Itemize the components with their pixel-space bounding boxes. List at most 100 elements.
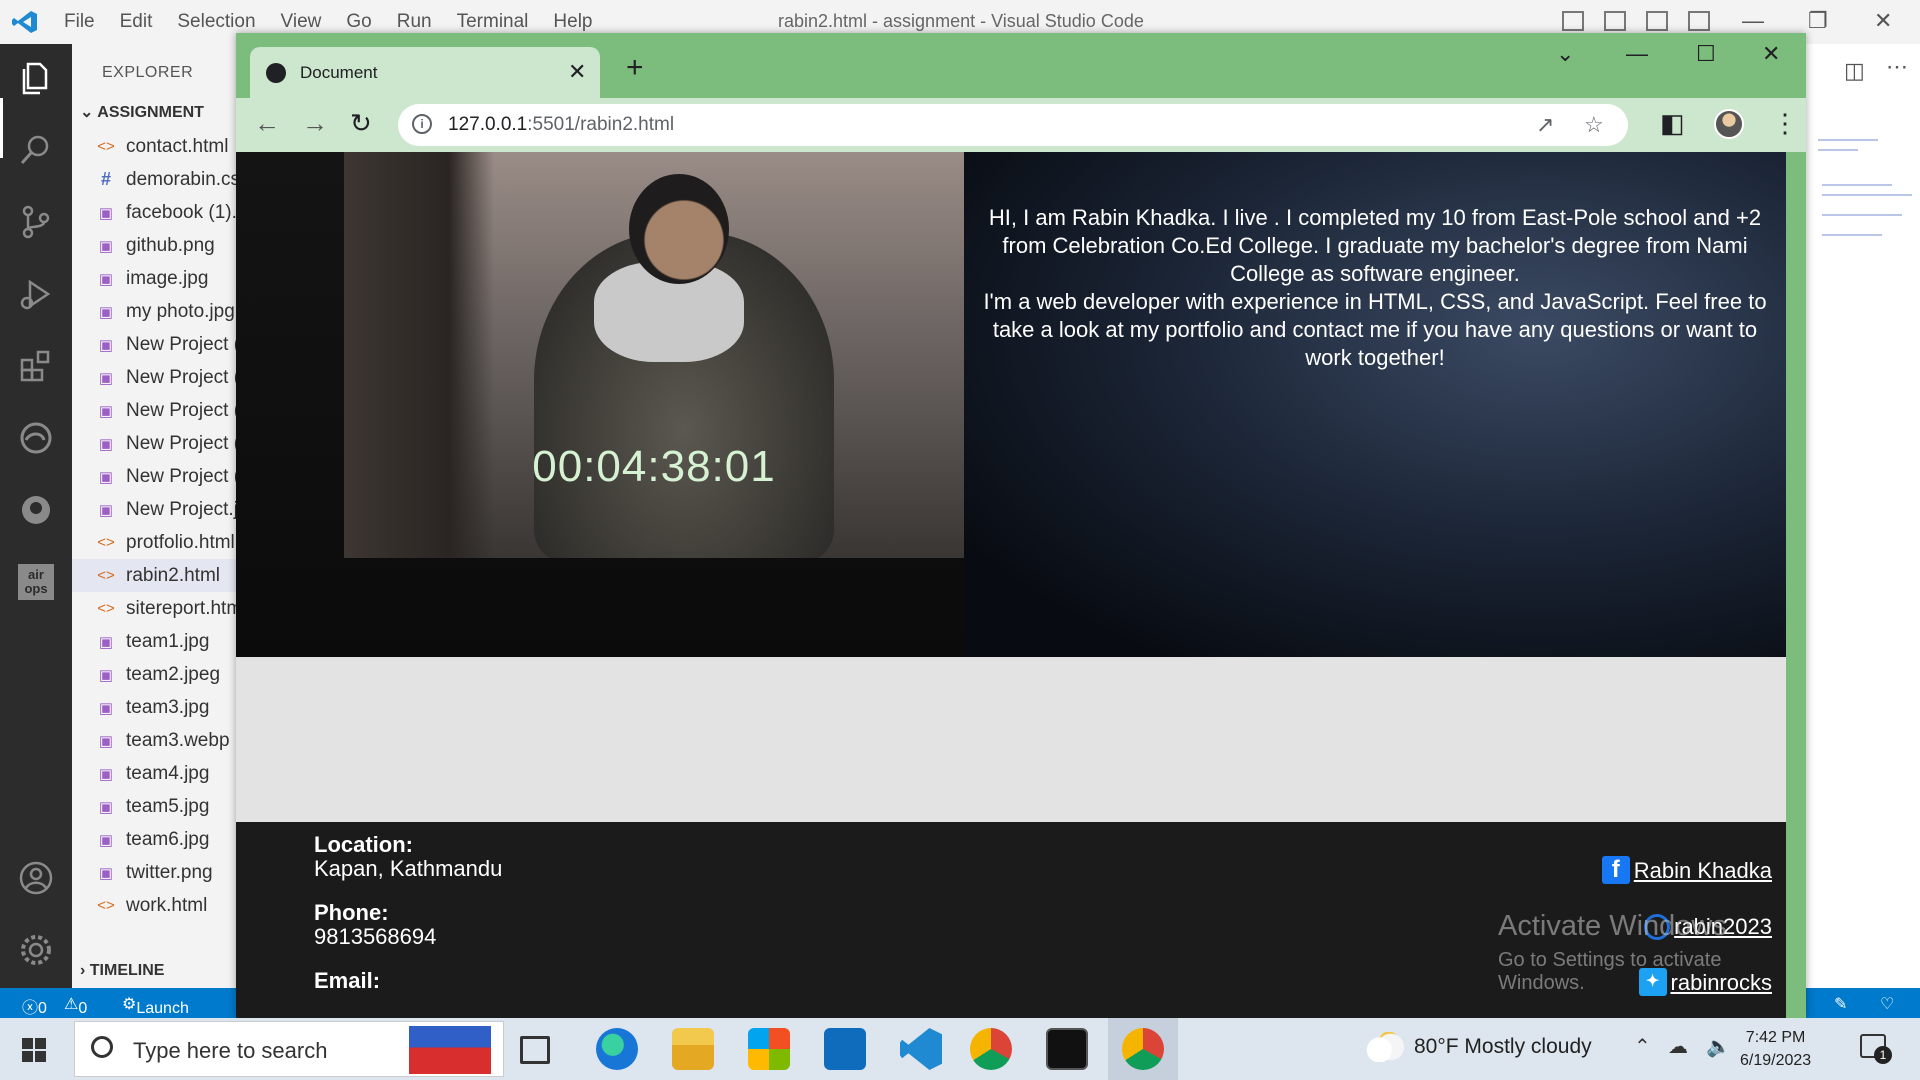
file-explorer-icon[interactable] <box>672 1028 714 1070</box>
bookmark-star-icon[interactable]: ☆ <box>1584 112 1604 138</box>
launch-config[interactable]: ⚙ Launch Chr <box>122 994 189 1035</box>
file-item[interactable]: # demorabin.css <box>72 163 236 196</box>
menu-terminal[interactable]: Terminal <box>457 11 529 33</box>
settings-gear-icon[interactable] <box>18 932 54 968</box>
clock-date: 6/19/2023 <box>1740 1052 1812 1069</box>
toggle-panel-icon[interactable] <box>1604 11 1626 31</box>
browser-maximize-icon[interactable]: ☐ <box>1696 41 1716 67</box>
file-item[interactable]: ▣ team6.jpg <box>72 823 236 856</box>
restore-icon[interactable]: ❐ <box>1808 8 1828 34</box>
taskbar-search-box[interactable]: Type here to search <box>74 1021 504 1077</box>
file-item[interactable]: ▣ github.png <box>72 229 236 262</box>
facebook-link[interactable]: f Rabin Khadka <box>1601 856 1772 884</box>
address-bar[interactable]: i 127.0.0.1:5501/rabin2.html ↗ ☆ <box>398 104 1628 146</box>
forward-arrow-icon[interactable]: → <box>302 108 328 139</box>
error-count[interactable]: ⓧ 0 <box>22 994 47 1018</box>
timeline-section[interactable]: › TIMELINE <box>80 962 164 980</box>
file-item[interactable]: <> protfolio.html <box>72 526 236 559</box>
file-item[interactable]: ▣ team4.jpg <box>72 757 236 790</box>
account-icon[interactable] <box>18 860 54 896</box>
file-item[interactable]: ▣ New Project ( <box>72 427 236 460</box>
profile-avatar[interactable] <box>1714 109 1744 139</box>
file-item[interactable]: <> contact.html <box>72 130 236 163</box>
browser-minimize-icon[interactable]: — <box>1626 41 1648 67</box>
terminal-icon[interactable] <box>1046 1028 1088 1070</box>
folder-header[interactable]: ⌄ ASSIGNMENT <box>80 102 204 122</box>
active-indicator <box>0 98 3 158</box>
explorer-icon[interactable] <box>18 60 54 96</box>
menu-selection[interactable]: Selection <box>177 11 255 33</box>
file-item[interactable]: ▣ team2.jpeg <box>72 658 236 691</box>
file-item[interactable]: ▣ New Project ( <box>72 394 236 427</box>
tab-search-icon[interactable]: ⌄ <box>1556 41 1574 67</box>
file-item[interactable]: <> sitereport.html <box>72 592 236 625</box>
file-item[interactable]: ▣ team3.jpg <box>72 691 236 724</box>
split-editor-icon[interactable]: ◫ <box>1844 58 1865 84</box>
file-item[interactable]: ▣ New Project ( <box>72 361 236 394</box>
menu-help[interactable]: Help <box>553 11 592 33</box>
menu-file[interactable]: File <box>64 11 95 33</box>
file-item[interactable]: <> work.html <box>72 889 236 922</box>
chrome-menu-icon[interactable]: ⋮ <box>1772 108 1798 139</box>
file-name: team1.jpg <box>126 630 210 652</box>
feedback-icon[interactable]: ✎ <box>1834 994 1847 1014</box>
file-item[interactable]: ▣ team5.jpg <box>72 790 236 823</box>
mail-icon[interactable] <box>824 1028 866 1070</box>
onedrive-cloud-icon[interactable]: ☁ <box>1668 1034 1688 1059</box>
search-icon[interactable] <box>18 132 54 168</box>
file-item[interactable]: ▣ facebook (1).png <box>72 196 236 229</box>
browser-close-icon[interactable]: ✕ <box>1762 41 1780 67</box>
microsoft-store-icon[interactable] <box>748 1028 790 1070</box>
toggle-sidebar-icon[interactable] <box>1562 11 1584 31</box>
file-item[interactable]: <> rabin2.html <box>72 559 236 592</box>
tab-close-icon[interactable]: ✕ <box>568 59 586 85</box>
tray-chevron-up-icon[interactable]: ⌃ <box>1634 1034 1651 1059</box>
file-item[interactable]: ▣ New Project.jpg <box>72 493 236 526</box>
edge-icon[interactable] <box>18 420 54 456</box>
taskbar-clock[interactable]: 7:42 PM 6/19/2023 <box>1740 1026 1811 1072</box>
file-item[interactable]: ▣ New Project ( <box>72 460 236 493</box>
volume-icon[interactable]: 🔈 <box>1706 1034 1731 1059</box>
notifications-bell-icon[interactable]: ♡ <box>1880 994 1894 1014</box>
timeline-label: TIMELINE <box>89 962 165 979</box>
back-arrow-icon[interactable]: ← <box>254 108 280 139</box>
file-item[interactable]: ▣ team3.webp <box>72 724 236 757</box>
side-panel-icon[interactable]: ◧ <box>1660 108 1685 139</box>
file-item[interactable]: ▣ my photo.jpg <box>72 295 236 328</box>
facebook-name[interactable]: Rabin Khadka <box>1634 858 1772 884</box>
chrome-taskbar-icon[interactable] <box>1122 1028 1164 1070</box>
file-item[interactable]: ▣ twitter.png <box>72 856 236 889</box>
toggle-secondary-sidebar-icon[interactable] <box>1646 11 1668 31</box>
vscode-taskbar-icon[interactable] <box>900 1028 942 1070</box>
more-actions-icon[interactable]: ⋯ <box>1886 54 1908 80</box>
windows-start-icon[interactable] <box>22 1038 46 1062</box>
weather-text[interactable]: 80°F Mostly cloudy <box>1414 1035 1592 1059</box>
search-highlight-flag-icon[interactable] <box>409 1026 491 1074</box>
share-icon[interactable]: ↗ <box>1536 112 1554 138</box>
menu-go[interactable]: Go <box>346 11 371 33</box>
github-icon[interactable] <box>18 492 54 528</box>
minimize-icon[interactable]: — <box>1742 8 1764 34</box>
chrome-profile-r-icon[interactable] <box>970 1028 1012 1070</box>
edge-browser-icon[interactable] <box>596 1028 638 1070</box>
file-name: team3.jpg <box>126 696 210 718</box>
customize-layout-icon[interactable] <box>1688 11 1710 31</box>
browser-tab[interactable]: Document ✕ <box>250 47 600 98</box>
task-view-icon[interactable] <box>520 1036 550 1064</box>
close-icon[interactable]: ✕ <box>1874 8 1892 34</box>
file-item[interactable]: ▣ team1.jpg <box>72 625 236 658</box>
warning-count[interactable]: ⚠ 0 <box>64 994 87 1017</box>
file-item[interactable]: ▣ New Project ( <box>72 328 236 361</box>
run-debug-icon[interactable] <box>18 276 54 312</box>
source-control-icon[interactable] <box>18 204 54 240</box>
menu-run[interactable]: Run <box>397 11 432 33</box>
menu-edit[interactable]: Edit <box>120 11 153 33</box>
extensions-icon[interactable] <box>18 348 54 384</box>
action-center-icon[interactable]: 1 <box>1860 1034 1892 1064</box>
file-item[interactable]: ▣ image.jpg <box>72 262 236 295</box>
reload-icon[interactable]: ↻ <box>350 108 372 139</box>
menu-view[interactable]: View <box>281 11 322 33</box>
new-tab-button[interactable]: + <box>626 53 644 83</box>
site-info-icon[interactable]: i <box>412 114 432 134</box>
airops-icon[interactable]: air ops <box>18 564 54 600</box>
